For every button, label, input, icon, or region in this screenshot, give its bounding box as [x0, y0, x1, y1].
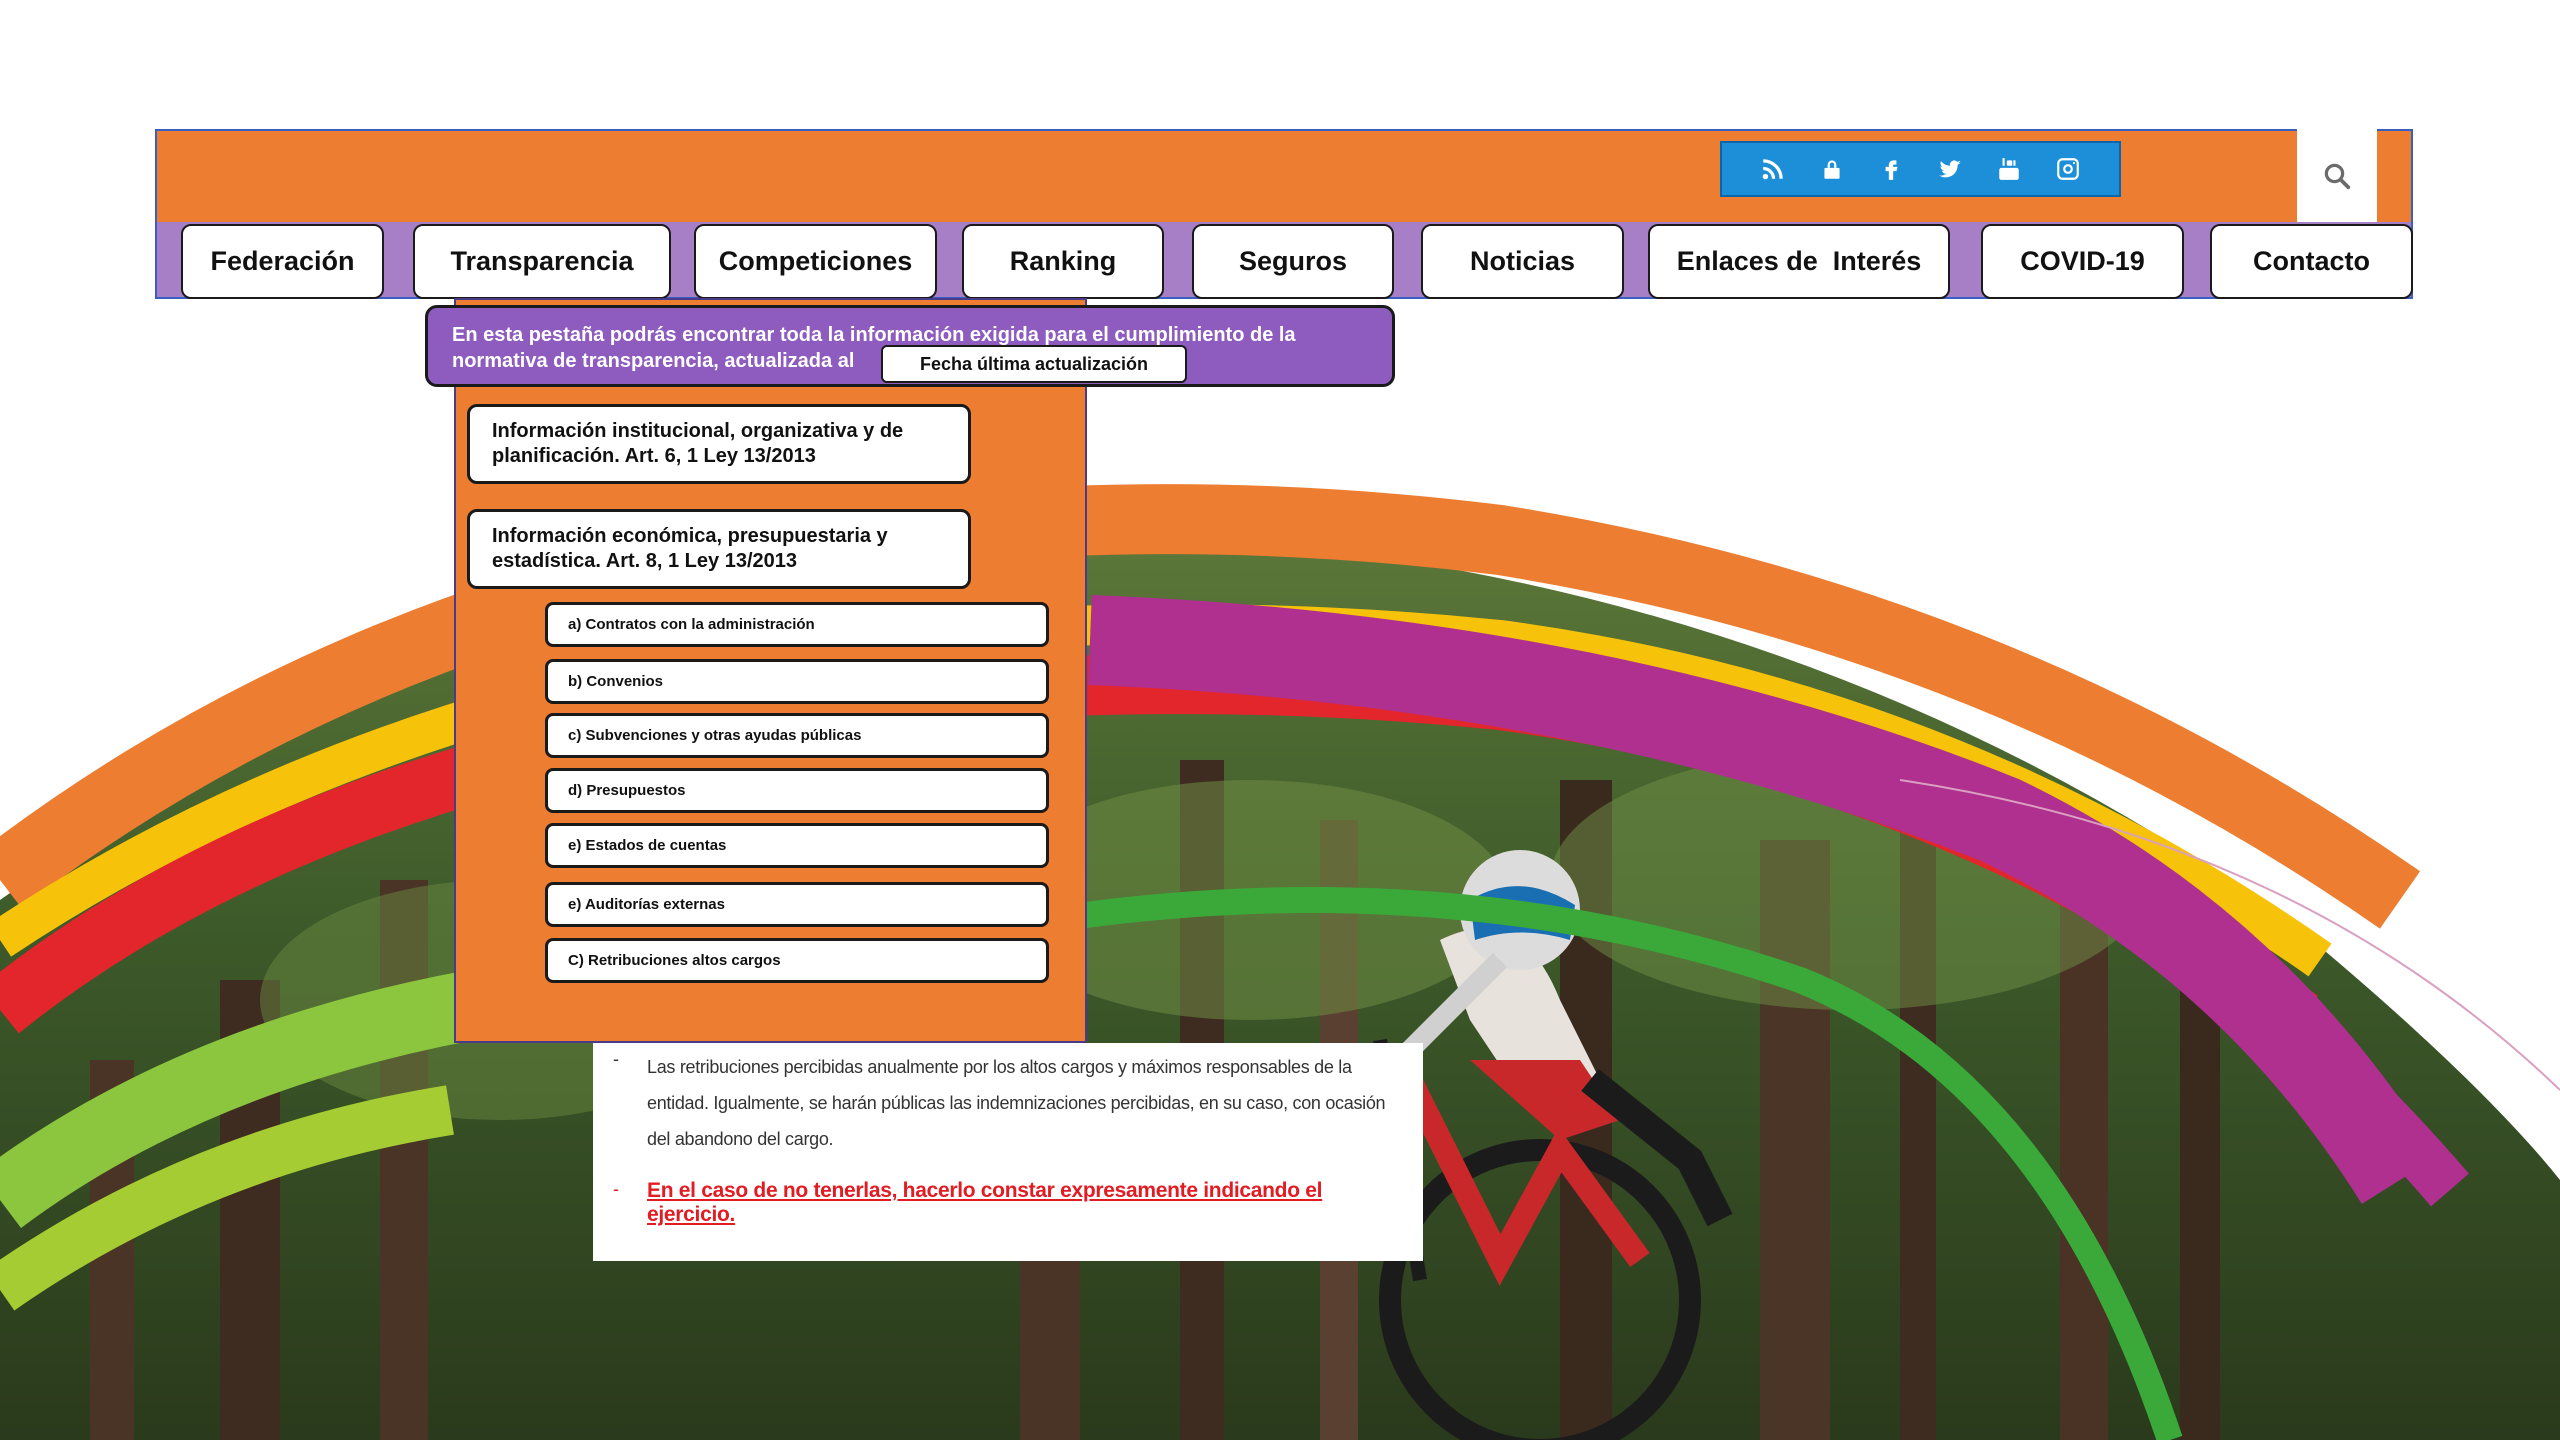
section-informacion-institucional[interactable]: Información institucional, organizativa … — [467, 404, 971, 484]
nav-transparencia[interactable]: Transparencia — [413, 224, 671, 299]
section-line-2: estadística. Art. 8, 1 Ley 13/2013 — [492, 550, 797, 572]
facebook-icon[interactable] — [1876, 154, 1906, 184]
nav-seguros[interactable]: Seguros — [1192, 224, 1394, 299]
sub-item-retribuciones-altos-cargos[interactable]: C) Retribuciones altos cargos — [545, 938, 1049, 983]
rss-icon[interactable] — [1758, 154, 1788, 184]
section-informacion-economica[interactable]: Información económica, presupuestaria y … — [467, 509, 971, 589]
info-paragraph: Las retribuciones percibidas anualmente … — [647, 1057, 1386, 1149]
sub-item-estados-de-cuentas[interactable]: e) Estados de cuentas — [545, 823, 1049, 868]
sub-item-contratos[interactable]: a) Contratos con la administración — [545, 602, 1049, 647]
info-warning: En el caso de no tenerlas, hacerlo const… — [647, 1179, 1323, 1226]
nav-noticias[interactable]: Noticias — [1421, 224, 1624, 299]
sub-item-subvenciones[interactable]: c) Subvenciones y otras ayudas públicas — [545, 713, 1049, 758]
nav-ranking[interactable]: Ranking — [962, 224, 1164, 299]
instagram-icon[interactable] — [2053, 154, 2083, 184]
nav-enlaces-de-interes[interactable]: Enlaces de Interés — [1648, 224, 1950, 299]
sub-item-convenios[interactable]: b) Convenios — [545, 659, 1049, 704]
lock-icon[interactable] — [1817, 154, 1847, 184]
youtube-icon[interactable] — [1994, 154, 2024, 184]
retribuciones-info-box: - Las retribuciones percibidas anualment… — [593, 1043, 1423, 1261]
section-line-1: Información económica, presupuestaria y — [492, 525, 888, 547]
section-line-1: Información institucional, organizativa … — [492, 420, 904, 442]
sub-item-auditorias-externas[interactable]: e) Auditorías externas — [545, 882, 1049, 927]
info-warning-row: - En el caso de no tenerlas, hacerlo con… — [603, 1179, 1409, 1227]
nav-contacto[interactable]: Contacto — [2210, 224, 2413, 299]
bullet-dash: - — [613, 1179, 619, 1199]
social-links-bar — [1720, 141, 2121, 197]
last-update-date-button[interactable]: Fecha última actualización — [881, 345, 1187, 383]
info-paragraph-row: - Las retribuciones percibidas anualment… — [603, 1049, 1409, 1157]
search-button[interactable] — [2297, 129, 2377, 222]
nav-competiciones[interactable]: Competiciones — [694, 224, 937, 299]
section-line-2: planificación. Art. 6, 1 Ley 13/2013 — [492, 445, 816, 467]
nav-covid-19[interactable]: COVID-19 — [1981, 224, 2184, 299]
bullet-dash: - — [613, 1049, 619, 1069]
twitter-icon[interactable] — [1935, 154, 1965, 184]
nav-federacion[interactable]: Federación — [181, 224, 384, 299]
sub-item-presupuestos[interactable]: d) Presupuestos — [545, 768, 1049, 813]
search-icon — [2324, 163, 2351, 189]
